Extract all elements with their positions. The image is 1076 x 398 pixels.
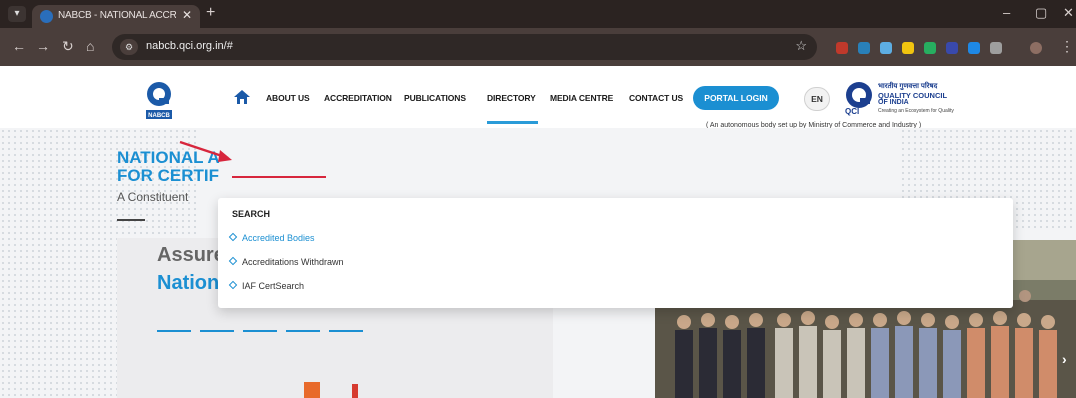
diamond-bullet-icon xyxy=(228,280,238,290)
reload-icon[interactable]: ↻ xyxy=(62,38,74,55)
browser-tab[interactable]: NABCB - NATIONAL ACCREDIT ✕ xyxy=(32,5,200,28)
extensions-puzzle-icon[interactable] xyxy=(990,42,1002,54)
menu-item-label[interactable]: IAF CertSearch xyxy=(242,281,304,291)
nabcb-logo[interactable]: NABCB xyxy=(142,80,176,120)
browser-toolbar: ← → ↻ ⌂ ⚙ nabcb.qci.org.in/# ☆ ⋮ xyxy=(0,28,1076,66)
qci-tagline: Creating an Ecosystem for Quality xyxy=(878,108,954,114)
browser-tab-bar: ▾ NABCB - NATIONAL ACCREDIT ✕ + – ▢ ✕ xyxy=(0,0,1076,28)
active-nav-indicator xyxy=(487,121,538,124)
carousel-next-icon[interactable]: › xyxy=(1062,351,1067,367)
dropdown-heading: SEARCH xyxy=(232,209,271,219)
slide-indicator[interactable] xyxy=(243,330,277,332)
home-icon[interactable]: ⌂ xyxy=(86,38,94,54)
slide-indicator[interactable] xyxy=(200,330,234,332)
extension-icon[interactable] xyxy=(836,42,848,54)
extension-icon[interactable] xyxy=(968,42,980,54)
back-icon[interactable]: ← xyxy=(12,38,26,54)
menu-item-label[interactable]: Accredited Bodies xyxy=(242,233,315,243)
extension-icon[interactable] xyxy=(946,42,958,54)
annotation-underline xyxy=(232,176,326,178)
nav-media-centre[interactable]: MEDIA CENTRE xyxy=(550,93,613,103)
language-button[interactable]: EN xyxy=(804,87,830,111)
extension-icon[interactable] xyxy=(858,42,870,54)
bookmark-star-icon[interactable]: ☆ xyxy=(795,38,807,54)
maximize-button[interactable]: ▢ xyxy=(1035,5,1047,21)
menu-item-iaf-certsearch[interactable]: IAF CertSearch xyxy=(228,280,304,291)
new-tab-button[interactable]: + xyxy=(206,4,215,22)
site-header: NABCB ABOUT US ACCREDITATION PUBLICATION… xyxy=(0,66,1076,129)
hero-title-line2: FOR CERTIF xyxy=(117,166,219,185)
address-bar[interactable]: ⚙ nabcb.qci.org.in/# ☆ xyxy=(112,34,817,60)
qci-subname: OF INDIA xyxy=(878,99,909,106)
menu-item-accreditations-withdrawn[interactable]: Accreditations Withdrawn xyxy=(228,256,344,267)
extension-icon[interactable] xyxy=(880,42,892,54)
annotation-arrow-icon xyxy=(179,140,232,162)
forward-icon[interactable]: → xyxy=(36,38,50,54)
url-text[interactable]: nabcb.qci.org.in/# xyxy=(146,40,233,52)
close-window-button[interactable]: ✕ xyxy=(1063,5,1074,21)
tab-title: NABCB - NATIONAL ACCREDIT xyxy=(58,10,176,21)
nav-about-us[interactable]: ABOUT US xyxy=(266,93,310,103)
extension-icon[interactable] xyxy=(924,42,936,54)
slide-indicator[interactable] xyxy=(329,330,363,332)
slide-indicator[interactable] xyxy=(157,330,191,332)
portal-login-button[interactable]: PORTAL LOGIN xyxy=(693,86,779,110)
hero-subtitle: A Constituent xyxy=(117,190,189,204)
nav-contact-us[interactable]: CONTACT US xyxy=(629,93,683,103)
tab-search-button[interactable]: ▾ xyxy=(8,6,26,22)
nabcb-favicon-icon xyxy=(40,10,53,23)
site-info-icon[interactable]: ⚙ xyxy=(120,39,138,55)
diamond-bullet-icon xyxy=(228,256,238,266)
qci-hindi-name: भारतीय गुणवत्ता परिषद xyxy=(878,83,938,90)
extension-icon[interactable] xyxy=(902,42,914,54)
nav-directory[interactable]: DIRECTORY xyxy=(487,93,536,103)
nav-publications[interactable]: PUBLICATIONS xyxy=(404,93,466,103)
profile-avatar[interactable] xyxy=(1030,42,1042,54)
menu-item-label[interactable]: Accreditations Withdrawn xyxy=(242,257,344,267)
hero-divider xyxy=(117,219,145,221)
menu-item-accredited-bodies[interactable]: Accredited Bodies xyxy=(228,232,315,243)
slide-indicator[interactable] xyxy=(286,330,320,332)
diamond-bullet-icon xyxy=(228,232,238,242)
slide-illustration xyxy=(352,384,358,398)
home-nav-icon[interactable] xyxy=(234,90,250,104)
nav-accreditation[interactable]: ACCREDITATION xyxy=(324,93,392,103)
web-page: NABCB ABOUT US ACCREDITATION PUBLICATION… xyxy=(0,66,1076,398)
minimize-button[interactable]: – xyxy=(1003,5,1010,20)
slide-illustration xyxy=(304,382,320,398)
browser-menu-icon[interactable]: ⋮ xyxy=(1060,38,1074,55)
tab-close-icon[interactable]: ✕ xyxy=(182,8,192,22)
qci-brand-text: QCI xyxy=(845,107,860,116)
directory-dropdown-menu: SEARCH Accredited Bodies Accreditations … xyxy=(218,198,1013,308)
nabcb-logo-text: NABCB xyxy=(148,113,170,119)
